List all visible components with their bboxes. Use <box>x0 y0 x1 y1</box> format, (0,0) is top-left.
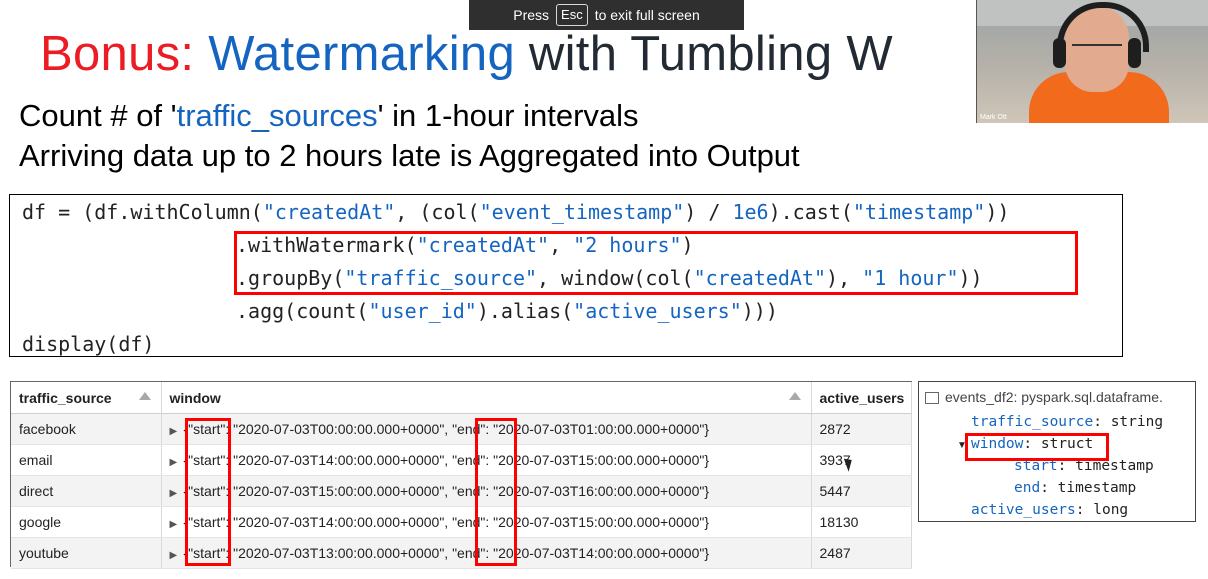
window-end: 2020-07-03T14:00:00.000+0000 <box>498 545 700 561</box>
code-string-token: "timestamp" <box>852 200 986 224</box>
fullscreen-exit-text: to exit full screen <box>594 7 700 23</box>
subtitle-line-1: Count # of 'traffic_sources' in 1-hour i… <box>19 98 639 134</box>
subtitle-line-2: Arriving data up to 2 hours late is Aggr… <box>19 138 800 173</box>
title-watermarking: Watermarking <box>208 27 516 81</box>
cell-traffic-source: direct <box>11 475 162 507</box>
code-cell[interactable]: df = (df.withColumn("createdAt", (col("e… <box>9 194 1123 357</box>
table-row: direct ▶ {"start": "2020-07-03T15:00:00.0… <box>11 475 912 507</box>
table-row: google ▶ {"start": "2020-07-03T14:00:00.0… <box>11 506 912 538</box>
window-start: 2020-07-03T13:00:00.000+0000 <box>238 545 440 561</box>
window-end: 2020-07-03T15:00:00.000+0000 <box>498 514 700 530</box>
code-token: ))) <box>741 299 778 323</box>
expand-triangle-icon[interactable]: ▶ <box>170 550 184 561</box>
cell-traffic-source: youtube <box>11 537 162 569</box>
window-start: 2020-07-03T14:00:00.000+0000 <box>238 452 440 468</box>
title-bonus: Bonus: <box>40 27 209 81</box>
webcam-name-label: Mark Ott <box>980 114 1007 121</box>
column-label: traffic_source <box>19 389 112 406</box>
cell-traffic-source: google <box>11 506 162 538</box>
table-header-row: traffic_source window active_users <box>11 382 912 414</box>
cell-active-users: 5447 <box>811 475 912 507</box>
code-token: )) <box>985 200 1010 224</box>
code-string-token: 1e6 <box>732 200 769 224</box>
code-string-token: "active_users" <box>573 299 742 323</box>
results-table[interactable]: traffic_source window active_users faceb… <box>10 381 912 569</box>
schema-field-name: active_users <box>971 502 1076 518</box>
headset-right-ear <box>1128 38 1141 68</box>
cell-traffic-source: facebook <box>11 413 162 445</box>
window-start: 2020-07-03T14:00:00.000+0000 <box>238 514 440 530</box>
window-start: 2020-07-03T15:00:00.000+0000 <box>238 483 440 499</box>
window-end: 2020-07-03T15:00:00.000+0000 <box>498 452 700 468</box>
expand-triangle-icon[interactable]: ▶ <box>170 426 184 437</box>
schema-panel: events_df2: pyspark.sql.dataframe. traff… <box>918 381 1196 522</box>
schema-header-text: events_df2: pyspark.sql.dataframe. <box>945 389 1163 405</box>
window-end: 2020-07-03T16:00:00.000+0000 <box>498 483 700 499</box>
esc-key-badge: Esc <box>556 4 588 26</box>
headset-left-ear <box>1053 38 1066 68</box>
code-string-token: "createdAt" <box>262 200 396 224</box>
code-token: display(df) <box>22 332 155 356</box>
column-header-window[interactable]: window <box>161 382 812 414</box>
code-token: , (col( <box>395 200 480 224</box>
table-row: email ▶ {"start": "2020-07-03T14:00:00.00… <box>11 444 912 476</box>
highlight-watermark-groupby <box>234 231 1078 295</box>
expand-triangle-icon[interactable]: ▶ <box>170 457 184 468</box>
code-token: df = (df.withColumn( <box>22 200 263 224</box>
title-rest: with Tumbling W <box>515 27 893 81</box>
expand-triangle-icon[interactable]: ▶ <box>170 519 184 530</box>
results-grid: traffic_source window active_users faceb… <box>11 382 912 569</box>
window-start: 2020-07-03T00:00:00.000+0000 <box>238 421 440 437</box>
glasses-icon <box>1072 44 1122 56</box>
schema-header: events_df2: pyspark.sql.dataframe. <box>925 389 1163 405</box>
code-line-4: .agg(count("user_id").alias("active_user… <box>236 299 778 323</box>
column-label: active_users <box>819 389 905 406</box>
schema-field-name: traffic_source <box>971 414 1094 430</box>
sort-icon[interactable] <box>138 392 151 400</box>
column-header-active-users[interactable]: active_users <box>811 382 912 414</box>
slide-title: Bonus: Watermarking with Tumbling W <box>40 26 893 82</box>
schema-field-traffic-source: traffic_source: string <box>971 414 1164 430</box>
cell-active-users: 2872 <box>811 413 912 445</box>
subtitle-1-suffix: ' in 1-hour intervals <box>377 98 639 133</box>
subtitle-1-prefix: Count # of ' <box>19 98 177 133</box>
code-token: ) / <box>684 200 733 224</box>
code-token: .agg(count( <box>236 299 369 323</box>
code-string-token: "user_id" <box>368 299 477 323</box>
schema-field-name: end <box>1014 480 1041 496</box>
schema-field-type: timestamp <box>1057 480 1137 496</box>
table-row: youtube ▶ {"start": "2020-07-03T13:00:00.… <box>11 537 912 569</box>
cell-active-users: 3937 <box>811 444 912 476</box>
column-label: window <box>169 389 221 406</box>
code-line-5: display(df) <box>22 332 154 356</box>
cell-active-users: 18130 <box>811 506 912 538</box>
sort-icon[interactable] <box>788 392 801 400</box>
cell-active-users: 2487 <box>811 537 912 569</box>
highlight-start-keys <box>185 418 231 566</box>
expand-triangle-icon[interactable]: ▶ <box>170 488 184 499</box>
table-icon <box>925 392 939 405</box>
code-token: ).alias( <box>476 299 574 323</box>
highlight-window-struct <box>965 433 1109 461</box>
code-token: ).cast( <box>768 200 853 224</box>
code-string-token: "event_timestamp" <box>479 200 685 224</box>
schema-field-type: long <box>1093 502 1129 518</box>
column-header-traffic-source[interactable]: traffic_source <box>11 382 162 414</box>
code-line-1: df = (df.withColumn("createdAt", (col("e… <box>22 200 1009 224</box>
schema-field-active-users: active_users: long <box>971 502 1129 518</box>
table-row: facebook ▶ {"start": "2020-07-03T00:00:00… <box>11 413 912 445</box>
presenter-webcam: Mark Ott <box>976 0 1208 123</box>
window-end: 2020-07-03T01:00:00.000+0000 <box>498 421 700 437</box>
subtitle-1-term: traffic_sources <box>176 98 378 133</box>
fullscreen-press-text: Press <box>513 7 550 23</box>
highlight-end-keys <box>475 418 517 566</box>
schema-field-end: end: timestamp <box>1014 480 1137 496</box>
cell-traffic-source: email <box>11 444 162 476</box>
schema-field-type: string <box>1110 414 1164 430</box>
